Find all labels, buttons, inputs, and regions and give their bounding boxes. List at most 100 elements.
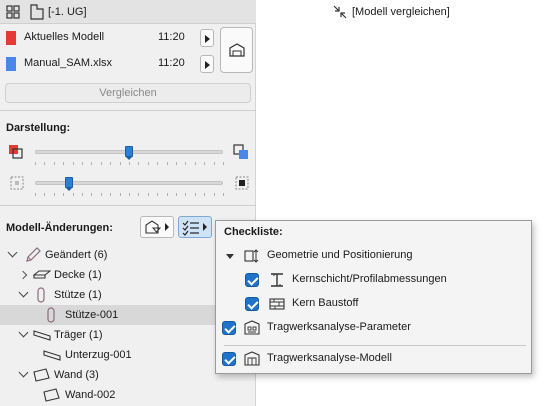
checkbox[interactable]: [222, 352, 236, 366]
geometry-icon: [243, 247, 261, 265]
slider-tick: [176, 162, 177, 165]
checklist-item-label: Geometrie und Positionierung: [267, 249, 413, 261]
tree-item-wand-002[interactable]: Wand-002: [0, 385, 256, 405]
slider-tick: [82, 162, 83, 165]
checkbox[interactable]: [222, 321, 236, 335]
tree-item-label: Träger (1): [54, 329, 103, 341]
expand-arrow-icon[interactable]: [18, 367, 29, 378]
separator: [224, 345, 526, 346]
slider-tick: [119, 162, 121, 165]
analysis-model-icon: [243, 350, 261, 368]
checklist-item-label: Tragwerksanalyse-Parameter: [267, 321, 411, 333]
slider-tick: [53, 193, 55, 196]
checklist-item-profile[interactable]: Kernschicht/Profilabmessungen: [216, 269, 531, 291]
column-icon: [43, 307, 61, 323]
slider-tick: [185, 193, 187, 196]
wall-icon: [33, 367, 51, 383]
slider-tick: [72, 193, 74, 196]
expand-arrow-icon[interactable]: [7, 247, 18, 258]
slider-tick: [100, 162, 102, 165]
tree-item-label: Wand-002: [65, 389, 116, 401]
slider-tick: [147, 193, 149, 196]
slider-tick: [176, 193, 177, 196]
slider-tick: [147, 162, 149, 165]
checklist-item-material[interactable]: Kern Baustoff: [216, 293, 531, 315]
collapse-arrow-icon[interactable]: [18, 270, 28, 280]
view-tab-label[interactable]: [Modell vergleichen]: [352, 6, 450, 18]
checklist-item-analysis-model[interactable]: Tragwerksanalyse-Modell: [216, 348, 531, 370]
pencil-icon: [24, 247, 42, 263]
slider-tick: [129, 193, 130, 196]
source-row-compare[interactable]: Manual_SAM.xlsx 11:20: [0, 53, 218, 75]
floor-plan-icon: [30, 4, 44, 20]
column-icon: [33, 287, 51, 303]
opaque-icon: [235, 176, 249, 190]
checklist-item-analysis-params[interactable]: Tragwerksanalyse-Parameter: [216, 317, 531, 339]
checkbox[interactable]: [245, 273, 259, 287]
slider-tick: [157, 193, 159, 196]
floor-label[interactable]: [-1. UG]: [48, 6, 87, 18]
source-name: Aktuelles Modell: [24, 31, 105, 43]
slider-tick: [138, 193, 140, 196]
checklist-item-label: Tragwerksanalyse-Modell: [267, 352, 392, 364]
expand-arrow-icon[interactable]: [18, 287, 29, 298]
slider-tick: [213, 162, 215, 165]
analysis-params-icon: [243, 319, 261, 337]
source-name: Manual_SAM.xlsx: [24, 57, 113, 69]
slider-ticks: [35, 193, 224, 197]
slider-ticks: [35, 162, 224, 166]
filter-elements-button[interactable]: [140, 216, 174, 238]
checklist-button[interactable]: [178, 216, 212, 238]
overlay-slider-thumb[interactable]: [125, 146, 133, 160]
swap-sources-button[interactable]: [220, 27, 253, 73]
model-swap-icon: [228, 42, 246, 58]
slider-tick: [44, 193, 46, 196]
source-menu-button[interactable]: [200, 55, 214, 73]
element-filter-icon: [144, 219, 162, 235]
opacity-slider-track[interactable]: [35, 181, 223, 185]
color-overlay-blue-icon: [233, 144, 249, 160]
transparency-icon: [10, 176, 24, 190]
material-icon: [268, 295, 286, 313]
checklist-popup: Checkliste: Geometrie und Positionierung…: [215, 220, 532, 374]
opacity-slider-thumb[interactable]: [64, 177, 73, 191]
slider-tick: [110, 193, 112, 196]
wall-icon: [43, 387, 61, 403]
expand-arrow-icon[interactable]: [18, 327, 29, 338]
grid-view-icon[interactable]: [6, 5, 20, 19]
slider-tick: [63, 162, 65, 165]
checklist-item-label: Kernschicht/Profilabmessungen: [292, 273, 447, 285]
slider-tick: [35, 162, 36, 165]
checklist-title: Checkliste:: [224, 226, 283, 238]
tree-item-label: Stütze (1): [54, 289, 102, 301]
collapse-triangle-icon[interactable]: [226, 254, 234, 259]
checkbox[interactable]: [245, 297, 259, 311]
tree-item-label: Geändert (6): [45, 249, 108, 261]
color-overlay-icon: [8, 144, 24, 160]
slider-tick: [138, 162, 140, 165]
slider-tick: [204, 193, 206, 196]
beam-icon: [33, 327, 51, 343]
compare-button[interactable]: Vergleichen: [5, 83, 251, 103]
slider-tick: [119, 193, 121, 196]
slider-tick: [213, 193, 215, 196]
slider-tick: [194, 193, 196, 196]
source-time: 11:20: [158, 31, 185, 43]
display-section-label: Darstellung:: [6, 122, 71, 134]
slider-tick: [100, 193, 102, 196]
slider-tick: [223, 162, 224, 165]
panel-header: [-1. UG]: [0, 0, 256, 24]
source-row-current[interactable]: Aktuelles Modell 11:20: [0, 27, 218, 49]
slider-tick: [63, 193, 65, 196]
source-menu-button[interactable]: [200, 29, 214, 47]
source-color-swatch: [6, 31, 16, 45]
divider: [0, 110, 256, 111]
checklist-group-geometry[interactable]: Geometrie und Positionierung: [216, 245, 531, 267]
profile-icon: [268, 271, 286, 289]
slider-tick: [185, 162, 187, 165]
divider: [0, 205, 256, 206]
changes-section-label: Modell-Änderungen:: [6, 222, 113, 234]
slider-tick: [82, 193, 83, 196]
tree-item-label: Wand (3): [54, 369, 99, 381]
tree-item-label: Decke (1): [54, 269, 102, 281]
